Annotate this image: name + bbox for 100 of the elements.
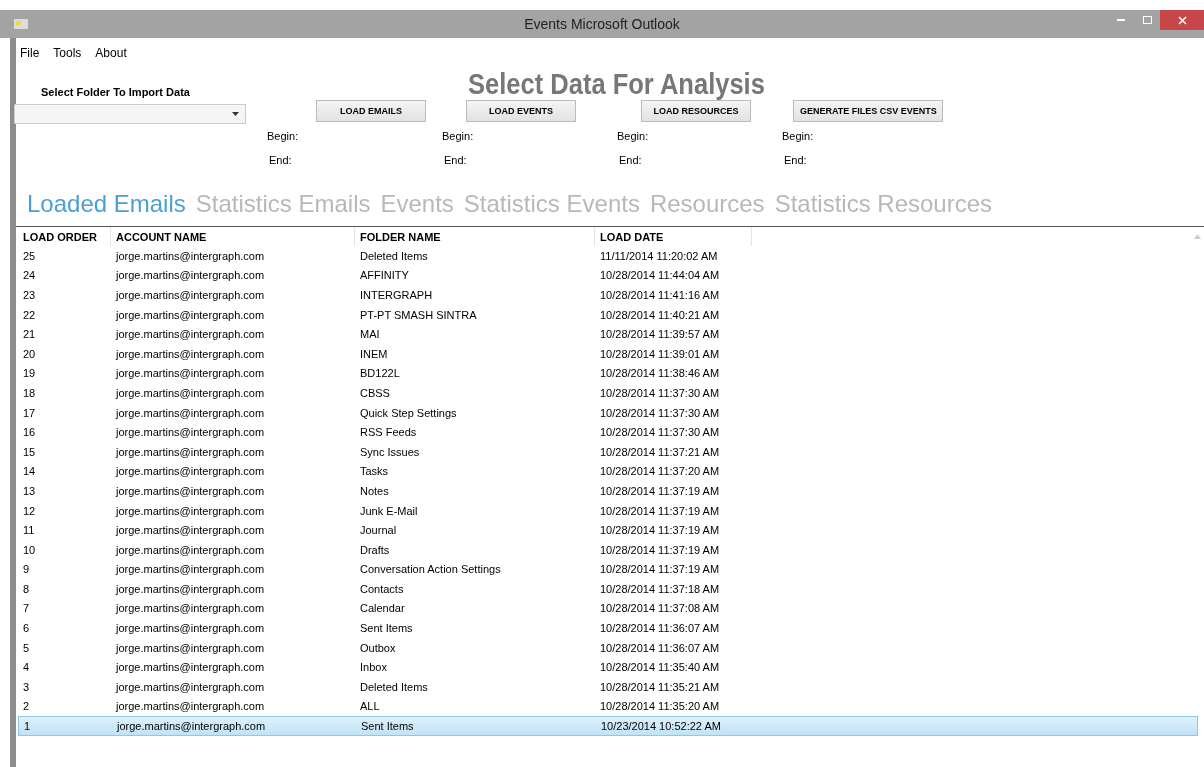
table-cell-text: Outbox [359, 641, 397, 654]
table-cell-text: jorge.martins@intergraph.com [114, 269, 266, 282]
table-cell-text: Tasks [359, 465, 390, 478]
table-cell-text: Notes [359, 484, 390, 497]
table-cell-text: jorge.martins@intergraph.com [114, 445, 266, 458]
table-cell-text: 8 [22, 582, 31, 595]
table-row[interactable]: 16 jorge.martins@intergraph.com RSS Feeds 10/28/2014 11:37:30 AM [18, 422, 1198, 442]
table-row[interactable]: 10 jorge.martins@intergraph.com Drafts 10/28/2014 11:37:19 AM [18, 539, 1198, 560]
menu-item[interactable]: File [20, 46, 40, 62]
table-cell-text: ALL [359, 700, 381, 713]
table-cell-text: jorge.martins@intergraph.com [114, 386, 266, 399]
table-cell-text: BD122L [359, 367, 401, 380]
table-cell-text: 10/28/2014 11:44:04 AM [599, 269, 721, 282]
table-row[interactable]: 24 jorge.martins@intergraph.com AFFINITY 10/28/2014 11:44:04 AM [18, 265, 1198, 286]
table-cell-text: Conversation Action Settings [359, 563, 502, 576]
column-header[interactable]: FOLDER NAME [355, 227, 595, 246]
sort-arrow-icon [1194, 234, 1201, 239]
table-row[interactable]: 22 jorge.martins@intergraph.com PT-PT SMASH SINTRA 10/28/2014 11:40:21 AM [18, 304, 1198, 325]
end-label: End: [784, 154, 807, 166]
table-cell-text: 10/28/2014 11:39:01 AM [599, 347, 721, 360]
table-cell-text: 10/28/2014 11:35:20 AM [599, 700, 721, 713]
table-cell-text: jorge.martins@intergraph.com [114, 602, 266, 615]
table-row[interactable]: 20 jorge.martins@intergraph.com INEM 10/28/2014 11:39:01 AM [18, 343, 1198, 364]
table-cell-text: 14 [22, 465, 37, 478]
column-header[interactable]: LOAD ORDER [18, 227, 111, 246]
table-cell-text: 10/28/2014 11:37:19 AM [599, 543, 721, 556]
table-row[interactable]: 3 jorge.martins@intergraph.com Deleted Items 10/28/2014 11:35:21 AM [18, 677, 1198, 697]
table-cell-text: 10/28/2014 11:37:21 AM [599, 445, 721, 458]
load-button[interactable]: LOAD EMAILS [316, 100, 426, 122]
table-cell-text: jorge.martins@intergraph.com [114, 524, 266, 537]
load-button[interactable]: LOAD RESOURCES [641, 100, 751, 122]
load-button[interactable]: GENERATE FILES CSV EVENTS [793, 100, 943, 122]
table-row[interactable]: 12 jorge.martins@intergraph.com Junk E-Mail 10/28/2014 11:37:19 AM [18, 500, 1198, 521]
table-row[interactable]: 1 jorge.martins@intergraph.com Sent Items 10/23/2014 10:52:22 AM [18, 716, 1198, 736]
table-cell-text: jorge.martins@intergraph.com [114, 308, 266, 321]
table-cell-text: 20 [22, 347, 37, 360]
end-label: End: [619, 154, 642, 166]
table-cell-text: 12 [22, 504, 37, 517]
page-heading: Select Data For Analysis [468, 68, 765, 101]
begin-label: Begin: [617, 130, 649, 142]
table-row[interactable]: 13 jorge.martins@intergraph.com Notes 10/28/2014 11:37:19 AM [18, 481, 1198, 501]
table-row[interactable]: 18 jorge.martins@intergraph.com CBSS 10/28/2014 11:37:30 AM [18, 383, 1198, 403]
table-row[interactable]: 19 jorge.martins@intergraph.com BD122L 10/28/2014 11:38:46 AM [18, 363, 1198, 384]
caret-icon [232, 112, 239, 116]
menu-item[interactable]: About [95, 46, 127, 62]
begin-label: Begin: [442, 130, 474, 142]
column-header[interactable]: LOAD DATE [595, 227, 752, 246]
table-row[interactable]: 23 jorge.martins@intergraph.com INTERGRAPH 10/28/2014 11:41:16 AM [18, 285, 1198, 305]
table-cell-text: 21 [22, 328, 37, 341]
minimize-icon [1117, 19, 1125, 21]
table-row[interactable]: 6 jorge.martins@intergraph.com Sent Items 10/28/2014 11:36:07 AM [18, 618, 1198, 638]
table-cell-text: jorge.martins@intergraph.com [114, 582, 266, 595]
table-row[interactable]: 25 jorge.martins@intergraph.com Deleted Items 11/11/2014 11:20:02 AM [18, 246, 1198, 266]
load-button[interactable]: LOAD EVENTS [466, 100, 576, 122]
table-row[interactable]: 17 jorge.martins@intergraph.com Quick Step Settings 10/28/2014 11:37:30 AM [18, 402, 1198, 423]
table-cell-text: 10/28/2014 11:35:21 AM [599, 680, 721, 693]
close-icon [1177, 15, 1187, 25]
table-cell-text: Quick Step Settings [359, 406, 458, 419]
table-cell-text: MAI [359, 328, 381, 341]
folder-dropdown[interactable] [14, 104, 246, 124]
table-cell-text: jorge.martins@intergraph.com [114, 543, 266, 556]
table-cell-text: 11 [22, 524, 36, 537]
table-cell-text: Inbox [359, 661, 388, 674]
table-cell-text: 3 [22, 680, 31, 693]
maximize-icon [1142, 16, 1152, 24]
table-row[interactable]: 7 jorge.martins@intergraph.com Calendar 10/28/2014 11:37:08 AM [18, 598, 1198, 619]
table-cell-text: 23 [22, 289, 37, 301]
table-row[interactable]: 8 jorge.martins@intergraph.com Contacts 10/28/2014 11:37:18 AM [18, 579, 1198, 599]
table-cell-text: 10/28/2014 11:40:21 AM [599, 308, 721, 321]
table-cell-text: jorge.martins@intergraph.com [114, 367, 266, 380]
table-cell-text: 10/28/2014 11:35:40 AM [599, 661, 721, 674]
table-row[interactable]: 4 jorge.martins@intergraph.com Inbox 10/28/2014 11:35:40 AM [18, 657, 1198, 678]
table-cell-text: 24 [22, 269, 37, 282]
table-cell-text: 10/28/2014 11:37:30 AM [599, 386, 721, 399]
table-row[interactable]: 15 jorge.martins@intergraph.com Sync Issues 10/28/2014 11:37:21 AM [18, 441, 1198, 462]
close-button[interactable] [1160, 10, 1204, 30]
table-row[interactable]: 11 jorge.martins@intergraph.com Journal 10/28/2014 11:37:19 AM [18, 520, 1198, 540]
table-cell-text: Calendar [359, 602, 406, 615]
table-cell-text: jorge.martins@intergraph.com [114, 661, 266, 674]
table-cell-text: Sent Items [360, 720, 415, 733]
table-cell-text: 11/11/2014 11:20:02 AM [599, 249, 719, 262]
table-cell-text: 7 [22, 602, 31, 615]
table-cell-text: 10/28/2014 11:37:19 AM [599, 504, 721, 517]
table-cell-text: 18 [22, 386, 37, 399]
table-row[interactable]: 5 jorge.martins@intergraph.com Outbox 10/28/2014 11:36:07 AM [18, 637, 1198, 658]
table-cell-text: jorge.martins@intergraph.com [114, 504, 266, 517]
table-row[interactable]: 21 jorge.martins@intergraph.com MAI 10/28/2014 11:39:57 AM [18, 324, 1198, 344]
table-cell-text: jorge.martins@intergraph.com [114, 622, 266, 635]
menu-item[interactable]: Tools [53, 46, 82, 62]
table-cell-text: 10/28/2014 11:37:19 AM [599, 484, 721, 497]
table-row[interactable]: 2 jorge.martins@intergraph.com ALL 10/28/2014 11:35:20 AM [18, 696, 1198, 717]
table-cell-text: 25 [22, 249, 37, 262]
column-header[interactable]: ACCOUNT NAME [111, 227, 355, 246]
table-row[interactable]: 9 jorge.martins@intergraph.com Conversation Action Settings 10/28/2014 11:37:19 AM [18, 559, 1198, 580]
table-cell-text: 15 [22, 445, 37, 458]
begin-label: Begin: [267, 130, 299, 142]
table-cell-text: 13 [22, 484, 37, 497]
app-icon [14, 19, 28, 29]
table-row[interactable]: 14 jorge.martins@intergraph.com Tasks 10/28/2014 11:37:20 AM [18, 461, 1198, 482]
table-cell-text: 10 [22, 543, 37, 556]
